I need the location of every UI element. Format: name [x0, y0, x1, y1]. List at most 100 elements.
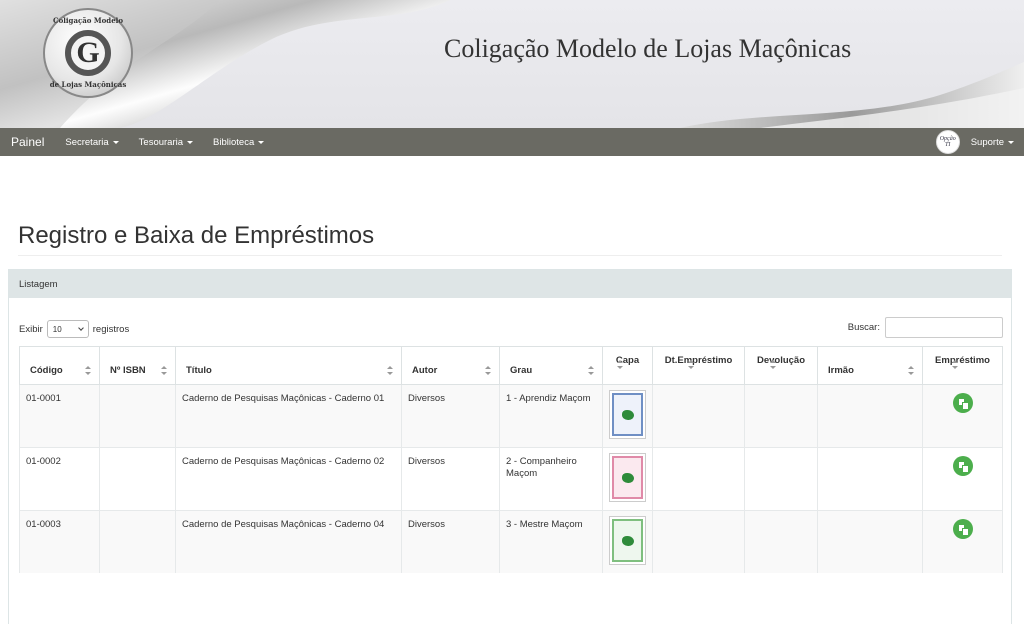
search-input[interactable] [885, 317, 1003, 338]
chevron-down-icon [77, 324, 84, 331]
nav-suporte-label: Suporte [970, 136, 1004, 148]
cell-codigo: 01-0001 [19, 384, 100, 448]
col-grau-label: Grau [510, 365, 533, 376]
logo-letter: G [76, 36, 100, 69]
cell-grau: 1 - Aprendiz Maçom [499, 384, 603, 448]
col-codigo[interactable]: Código [19, 346, 100, 385]
site-title: Coligação Modelo de Lojas Maçônicas [444, 34, 852, 63]
nav-tesouraria[interactable]: Tesouraria [129, 137, 203, 148]
copy-icon [958, 524, 969, 536]
col-emprestimo[interactable]: Empréstimo [922, 346, 1003, 385]
cell-isbn [99, 510, 176, 573]
caret-down-icon [187, 140, 194, 144]
cell-irmao [817, 384, 923, 448]
banner-waves [0, 0, 1024, 128]
cell-isbn [99, 384, 176, 448]
col-isbn[interactable]: Nº ISBN [99, 346, 176, 385]
col-irmao-label: Irmão [828, 365, 854, 376]
sort-icon [588, 366, 594, 375]
col-titulo-label: Título [186, 365, 212, 376]
page-size-select[interactable]: 10 [46, 320, 89, 338]
listing-panel: Listagem Exibir 10 registros Buscar: Cód… [8, 269, 1012, 624]
col-autor[interactable]: Autor [401, 346, 500, 385]
page-length-control: Exibir 10 registros [19, 320, 129, 338]
cell-autor: Diversos [401, 447, 500, 511]
col-codigo-label: Código [30, 365, 63, 376]
map-icon [621, 535, 634, 546]
cell-autor: Diversos [401, 510, 500, 573]
cell-irmao [817, 447, 923, 511]
book-cover-icon[interactable] [609, 453, 646, 502]
header-banner: Coligação Modelo G de Lojas Maçônicas Co… [0, 0, 1024, 128]
table-row: 01-0001 Caderno de Pesquisas Maçônicas -… [19, 384, 1003, 448]
table-controls: Exibir 10 registros Buscar: [19, 317, 1003, 341]
col-irmao[interactable]: Irmão [817, 346, 923, 385]
cell-devolucao [744, 510, 818, 573]
table-row: 01-0003 Caderno de Pesquisas Maçônicas -… [19, 510, 1003, 573]
panel-title: Listagem [9, 270, 1011, 298]
cell-codigo: 01-0003 [19, 510, 100, 573]
cell-grau: 3 - Mestre Maçom [499, 510, 603, 573]
cell-titulo: Caderno de Pesquisas Maçônicas - Caderno… [175, 510, 402, 573]
page-size-value: 10 [52, 324, 62, 334]
map-icon [621, 409, 634, 420]
loan-button[interactable] [952, 456, 973, 476]
site-logo[interactable]: Coligação Modelo G de Lojas Maçônicas [43, 8, 133, 98]
book-cover-icon[interactable] [609, 390, 646, 439]
table-row: 01-0002 Caderno de Pesquisas Maçônicas -… [19, 447, 1003, 511]
caret-down-icon [1008, 140, 1014, 144]
nav-biblioteca-label: Biblioteca [213, 136, 255, 148]
cell-capa [602, 384, 653, 448]
col-grau[interactable]: Grau [499, 346, 603, 385]
title-divider [18, 255, 1002, 256]
nav-biblioteca[interactable]: Biblioteca [203, 137, 274, 148]
col-devolucao[interactable]: Devolução [744, 346, 818, 385]
map-icon [621, 472, 634, 483]
col-isbn-label: Nº ISBN [110, 365, 146, 376]
nav-suporte[interactable]: Suporte [971, 137, 1014, 148]
nav-secretaria-label: Secretaria [65, 136, 109, 148]
col-titulo[interactable]: Título [175, 346, 402, 385]
loan-button[interactable] [952, 519, 973, 539]
page-title: Registro e Baixa de Empréstimos [18, 222, 375, 249]
nav-right: Opção TI Suporte [935, 128, 1014, 156]
cell-titulo: Caderno de Pesquisas Maçônicas - Caderno… [175, 447, 402, 511]
copy-icon [958, 461, 969, 473]
avatar[interactable]: Opção TI [935, 130, 960, 154]
cell-emprestimo [922, 447, 1003, 511]
cell-emprestimo [922, 384, 1003, 448]
col-emprestimo-label: Empréstimo [935, 355, 990, 366]
nav-brand-painel[interactable]: Painel [0, 135, 55, 149]
cell-capa [602, 510, 653, 573]
col-dt-emprestimo[interactable]: Dt.Empréstimo [652, 346, 745, 385]
sort-icon [387, 366, 393, 375]
nav-secretaria[interactable]: Secretaria [55, 137, 128, 148]
sort-icon [485, 366, 491, 375]
copy-icon [958, 398, 969, 410]
nav-tesouraria-label: Tesouraria [138, 136, 184, 148]
col-dt-emprestimo-label: Dt.Empréstimo [664, 355, 733, 366]
cell-dt-emprestimo [652, 447, 745, 511]
cell-dt-emprestimo [652, 384, 745, 448]
sort-icon [616, 360, 623, 369]
sort-icon [770, 360, 776, 369]
cell-irmao [817, 510, 923, 573]
book-cover-icon[interactable] [609, 516, 646, 565]
sort-icon [687, 360, 694, 369]
caret-down-icon [112, 140, 119, 144]
show-label: Exibir [19, 323, 43, 335]
sort-icon [85, 366, 91, 375]
loans-table: Código Nº ISBN Título Autor Grau Capa Dt… [19, 346, 1003, 573]
top-navbar: Painel Secretaria Tesouraria Biblioteca … [0, 128, 1024, 156]
loan-button[interactable] [952, 393, 973, 413]
sort-icon [161, 366, 167, 375]
col-capa[interactable]: Capa [602, 346, 653, 385]
cover-frame [612, 519, 643, 562]
cell-autor: Diversos [401, 384, 500, 448]
cover-frame [612, 393, 643, 436]
search-label: Buscar: [847, 322, 880, 333]
search-control: Buscar: [848, 317, 1003, 338]
logo-text-bottom: de Lojas Maçônicas [49, 80, 127, 89]
sort-icon [908, 366, 914, 375]
col-autor-label: Autor [412, 365, 438, 376]
